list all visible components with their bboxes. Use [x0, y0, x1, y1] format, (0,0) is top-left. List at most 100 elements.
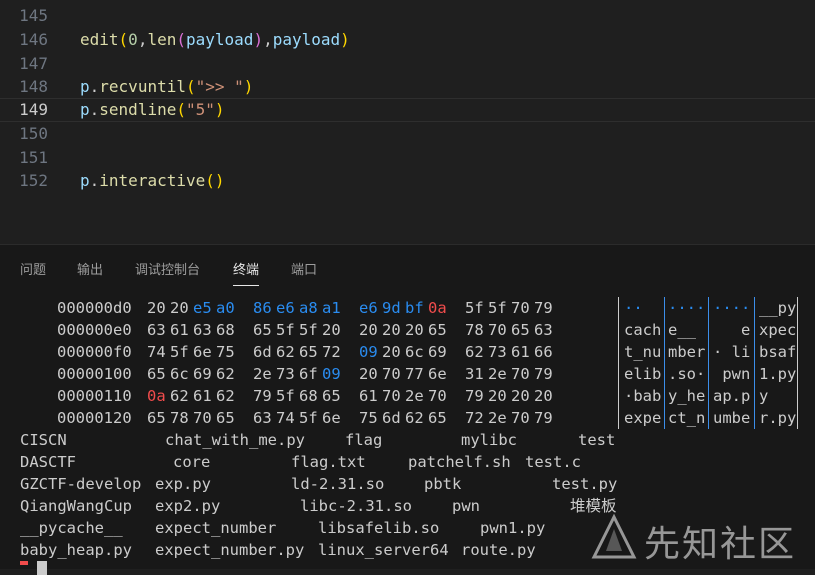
hex-bytes: 65 78 70 65 63 74 5f 6e 75 6d 62 65 72 2e 70 79: [147, 407, 557, 429]
tab-problems[interactable]: 问题: [20, 259, 46, 278]
hex-ascii: r.py: [759, 409, 797, 427]
ls-entry[interactable]: route.py: [461, 539, 536, 561]
editor-line-current[interactable]: 149 p.sendline("5"): [0, 98, 815, 122]
hex-byte: 5f: [170, 343, 189, 361]
ls-entry[interactable]: baby_heap.py: [20, 539, 132, 561]
hex-byte: 61: [359, 387, 378, 405]
ls-row: DASCTF core flag.txt patchelf.sh test.c: [20, 451, 815, 473]
ls-entry[interactable]: linux_server64: [318, 539, 449, 561]
editor-line[interactable]: 152 p.interactive(): [0, 169, 815, 193]
hex-ascii: ct_n: [668, 409, 706, 427]
code-text[interactable]: p.sendline("5"): [80, 98, 225, 122]
ls-entry[interactable]: pwn1.py: [480, 517, 545, 539]
ls-entry[interactable]: test: [578, 429, 615, 451]
hex-byte: 68: [216, 321, 235, 339]
hex-byte: 70: [511, 299, 530, 317]
hex-byte: 2e: [488, 365, 507, 383]
hex-ascii: ·bab: [624, 387, 662, 405]
hex-byte: 20: [147, 299, 166, 317]
hexdump-row: 000000e0 63 61 63 68 65 5f 5f 20 20 20 20 65 78 70 65 63…: [0, 319, 815, 341]
hex-byte: 63: [534, 321, 553, 339]
hex-byte: 70: [382, 365, 401, 383]
hex-byte: 74: [276, 409, 295, 427]
hex-byte: 75: [216, 343, 235, 361]
hex-byte: 68: [299, 387, 318, 405]
bottom-panel: 问题 输出 调试控制台 终端 端口 000000d0 20 20 e5 a0 86 e6 a8…: [0, 244, 815, 575]
editor-line[interactable]: 146 edit(0,len(payload),payload): [0, 28, 815, 52]
ls-entry[interactable]: expect_number: [155, 517, 276, 539]
editor-line[interactable]: 150: [0, 122, 815, 146]
hex-byte: 69: [428, 343, 447, 361]
hex-byte: 61: [511, 343, 530, 361]
ls-entry[interactable]: flag: [345, 429, 382, 451]
hex-byte: 70: [511, 365, 530, 383]
hex-byte: 20: [359, 365, 378, 383]
editor-line[interactable]: 148 p.recvuntil(">> "): [0, 75, 815, 99]
hex-byte: 73: [276, 365, 295, 383]
hex-byte: 65: [322, 387, 341, 405]
editor-line[interactable]: 145: [0, 4, 815, 28]
ls-entry[interactable]: expect_number.py: [155, 539, 304, 561]
ls-entry[interactable]: test.py: [552, 473, 617, 495]
ls-entry[interactable]: CISCN: [20, 429, 67, 451]
hex-byte: 72: [322, 343, 341, 361]
ls-entry[interactable]: DASCTF: [20, 451, 76, 473]
tab-output[interactable]: 输出: [77, 259, 103, 278]
hexdump-separator: [754, 297, 755, 429]
hex-ascii: ····: [713, 299, 751, 317]
code-text[interactable]: p.recvuntil(">> "): [80, 75, 253, 99]
ls-entry[interactable]: libsafelib.so: [318, 517, 439, 539]
tab-terminal[interactable]: 终端: [233, 259, 260, 286]
tab-ports[interactable]: 端口: [291, 259, 317, 278]
hex-byte: 5f: [465, 299, 484, 317]
hex-address: 000000f0: [57, 343, 132, 361]
ls-entry[interactable]: ld-2.31.so: [291, 473, 384, 495]
code-text[interactable]: edit(0,len(payload),payload): [80, 28, 350, 52]
ls-entry[interactable]: flag.txt: [291, 451, 366, 473]
ls-entry[interactable]: GZCTF-develop: [20, 473, 141, 495]
tab-debug-console[interactable]: 调试控制台: [135, 259, 200, 278]
hex-byte: bf: [405, 299, 424, 317]
ls-entry[interactable]: mylibc: [461, 429, 517, 451]
hex-ascii: bsaf: [759, 343, 797, 361]
hex-byte: 65: [147, 365, 166, 383]
hex-ascii: expe: [624, 409, 662, 427]
editor-line[interactable]: 147: [0, 52, 815, 76]
ls-entry[interactable]: chat_with_me.py: [165, 429, 305, 451]
hex-byte: 5f: [299, 409, 318, 427]
hex-bytes: 74 5f 6e 75 6d 62 65 72 09 20 6c 69 62 73 61 66: [147, 341, 557, 363]
ls-entry[interactable]: core: [173, 451, 210, 473]
line-number: 148: [19, 77, 48, 96]
hex-address: 000000e0: [57, 321, 132, 339]
hex-byte: 62: [216, 365, 235, 383]
ls-entry[interactable]: exp2.py: [155, 495, 220, 517]
ls-entry[interactable]: libc-2.31.so: [300, 495, 412, 517]
ls-entry[interactable]: patchelf.sh: [408, 451, 511, 473]
ls-entry[interactable]: test.c: [525, 451, 581, 473]
hex-byte: 6d: [253, 343, 272, 361]
line-number: 152: [19, 171, 48, 190]
hex-ascii: t_nu: [624, 343, 662, 361]
ls-entry[interactable]: pwn: [452, 495, 480, 517]
code-editor[interactable]: 145 146 edit(0,len(payload),payload) 147…: [0, 0, 815, 244]
hex-ascii: y_he: [668, 387, 706, 405]
hex-byte: 62: [405, 409, 424, 427]
hex-bytes: 20 20 e5 a0 86 e6 a8 a1 e6 9d bf 0a 5f 5f 70 79: [147, 297, 557, 319]
ls-entry[interactable]: __pycache__: [20, 517, 123, 539]
ls-row: CISCN chat_with_me.py flag mylibc test: [20, 429, 815, 451]
hex-byte: 70: [193, 409, 212, 427]
line-number: 145: [19, 6, 48, 25]
editor-line[interactable]: 151: [0, 146, 815, 170]
hex-byte: 09: [359, 343, 378, 361]
ls-entry[interactable]: QiangWangCup: [20, 495, 132, 517]
hex-byte: 6e: [322, 409, 341, 427]
hex-byte: 72: [465, 409, 484, 427]
code-text[interactable]: p.interactive(): [80, 169, 225, 193]
line-number: 147: [19, 54, 48, 73]
hex-byte: 69: [193, 365, 212, 383]
ls-entry[interactable]: exp.py: [155, 473, 211, 495]
ls-entry[interactable]: pbtk: [424, 473, 461, 495]
hex-byte: 77: [405, 365, 424, 383]
hex-byte: 65: [216, 409, 235, 427]
hex-byte: 66: [534, 343, 553, 361]
